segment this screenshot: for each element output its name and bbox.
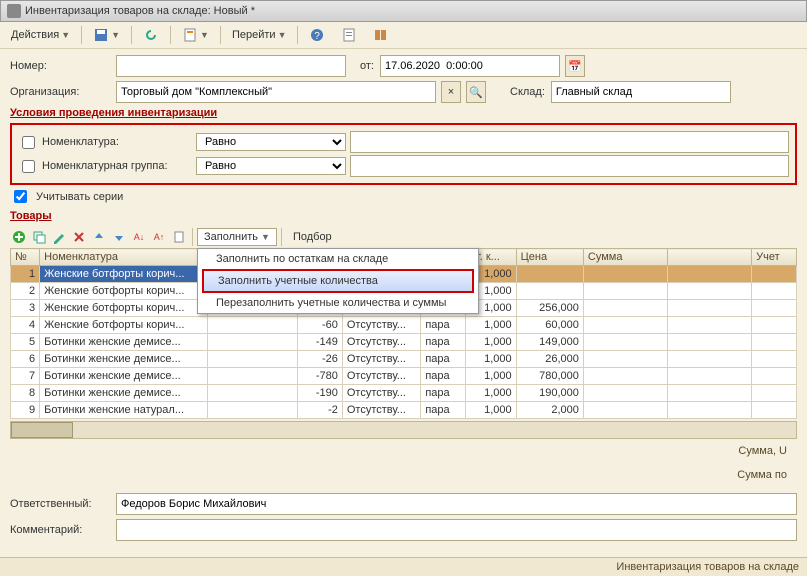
app-icon xyxy=(7,4,21,18)
from-label: от: xyxy=(360,60,374,72)
table-toolbar: A↓ A↑ Заполнить ▼ Заполнить по остаткам … xyxy=(10,226,797,248)
titlebar: Инвентаризация товаров на складе: Новый … xyxy=(0,0,807,22)
actions-menu[interactable]: Действия ▼ xyxy=(4,26,77,44)
series-checkbox[interactable] xyxy=(14,190,27,203)
col-sum[interactable]: Сумма xyxy=(583,249,667,266)
group-op-select[interactable]: Равно xyxy=(196,157,346,175)
window-title: Инвентаризация товаров на складе: Новый … xyxy=(25,5,255,17)
conditions-header: Условия проведения инвентаризации xyxy=(10,107,797,119)
responsible-label: Ответственный: xyxy=(10,498,110,510)
table-row[interactable]: 5Ботинки женские демисе...-149Отсутству.… xyxy=(11,334,797,351)
sum-line1: Сумма, U xyxy=(10,439,797,463)
nomenclature-op-select[interactable]: Равно xyxy=(196,133,346,151)
delete-row-icon[interactable] xyxy=(70,228,88,246)
col-nom[interactable]: Номенклатура xyxy=(40,249,208,266)
col-uch[interactable]: Учет xyxy=(752,249,797,266)
svg-text:?: ? xyxy=(315,31,321,42)
template-icon[interactable]: ▼ xyxy=(175,24,216,46)
nomenclature-label: Номенклатура: xyxy=(42,136,192,148)
edit-row-icon[interactable] xyxy=(50,228,68,246)
group-label: Номенклатурная группа: xyxy=(42,160,192,172)
selection-button[interactable]: Подбор xyxy=(286,228,339,246)
sum-line2: Сумма по xyxy=(10,463,797,487)
date-picker-button[interactable]: 📅 xyxy=(565,55,585,77)
date-field[interactable] xyxy=(380,55,560,77)
group-value-field[interactable] xyxy=(350,155,789,177)
fill-button[interactable]: Заполнить ▼ xyxy=(197,228,277,246)
conditions-box: Номенклатура: Равно Номенклатурная групп… xyxy=(10,123,797,185)
status-text: Инвентаризация товаров на складе xyxy=(616,561,799,573)
fill-dropdown: Заполнить по остаткам на складе Заполнит… xyxy=(197,248,479,314)
table-row[interactable]: 8Ботинки женские демисе...-190Отсутству.… xyxy=(11,385,797,402)
number-field[interactable] xyxy=(116,55,346,77)
form-area: Номер: от: 📅 Организация: × 🔍 Склад: Усл… xyxy=(0,49,807,551)
report-icon[interactable] xyxy=(334,24,364,46)
table-row[interactable]: 7Ботинки женские демисе...-780Отсутству.… xyxy=(11,368,797,385)
goods-header: Товары xyxy=(10,210,797,222)
comment-field[interactable] xyxy=(116,519,797,541)
sort-desc-icon[interactable]: A↑ xyxy=(150,228,168,246)
status-bar: Инвентаризация товаров на складе xyxy=(0,557,807,576)
nomenclature-value-field[interactable] xyxy=(350,131,789,153)
help-icon[interactable]: ? xyxy=(302,24,332,46)
go-menu[interactable]: Перейти ▼ xyxy=(225,26,294,44)
fill-accounting-qty-item[interactable]: Заполнить учетные количества xyxy=(202,269,474,293)
series-label: Учитывать серии xyxy=(36,191,123,203)
org-label: Организация: xyxy=(10,86,110,98)
org-lookup-button[interactable]: 🔍 xyxy=(466,81,486,103)
warehouse-label: Склад: xyxy=(510,86,545,98)
settings-icon[interactable] xyxy=(366,24,396,46)
org-clear-button[interactable]: × xyxy=(441,81,461,103)
main-toolbar: Действия ▼ ▼ ▼ Перейти ▼ ? xyxy=(0,22,807,49)
h-scrollbar[interactable] xyxy=(10,421,797,439)
group-checkbox[interactable] xyxy=(22,160,35,173)
move-up-icon[interactable] xyxy=(90,228,108,246)
save-icon[interactable]: ▼ xyxy=(86,24,127,46)
sort-asc-icon[interactable]: A↓ xyxy=(130,228,148,246)
add-row-icon[interactable] xyxy=(10,228,28,246)
fill-by-stock-item[interactable]: Заполнить по остаткам на складе xyxy=(198,249,478,269)
filter-icon[interactable] xyxy=(170,228,188,246)
move-down-icon[interactable] xyxy=(110,228,128,246)
warehouse-field[interactable] xyxy=(551,81,731,103)
refresh-icon[interactable] xyxy=(136,24,166,46)
org-field[interactable] xyxy=(116,81,436,103)
responsible-field[interactable] xyxy=(116,493,797,515)
table-row[interactable]: 6Ботинки женские демисе...-26Отсутству..… xyxy=(11,351,797,368)
nomenclature-checkbox[interactable] xyxy=(22,136,35,149)
table-row[interactable]: 9Ботинки женские натурал...-2Отсутству..… xyxy=(11,402,797,419)
number-label: Номер: xyxy=(10,60,110,72)
col-price[interactable]: Цена xyxy=(516,249,583,266)
refill-qty-sums-item[interactable]: Перезаполнить учетные количества и суммы xyxy=(198,293,478,313)
table-row[interactable]: 4Женские ботфорты корич...-60Отсутству..… xyxy=(11,317,797,334)
copy-row-icon[interactable] xyxy=(30,228,48,246)
col-n[interactable]: № xyxy=(11,249,40,266)
comment-label: Комментарий: xyxy=(10,524,110,536)
